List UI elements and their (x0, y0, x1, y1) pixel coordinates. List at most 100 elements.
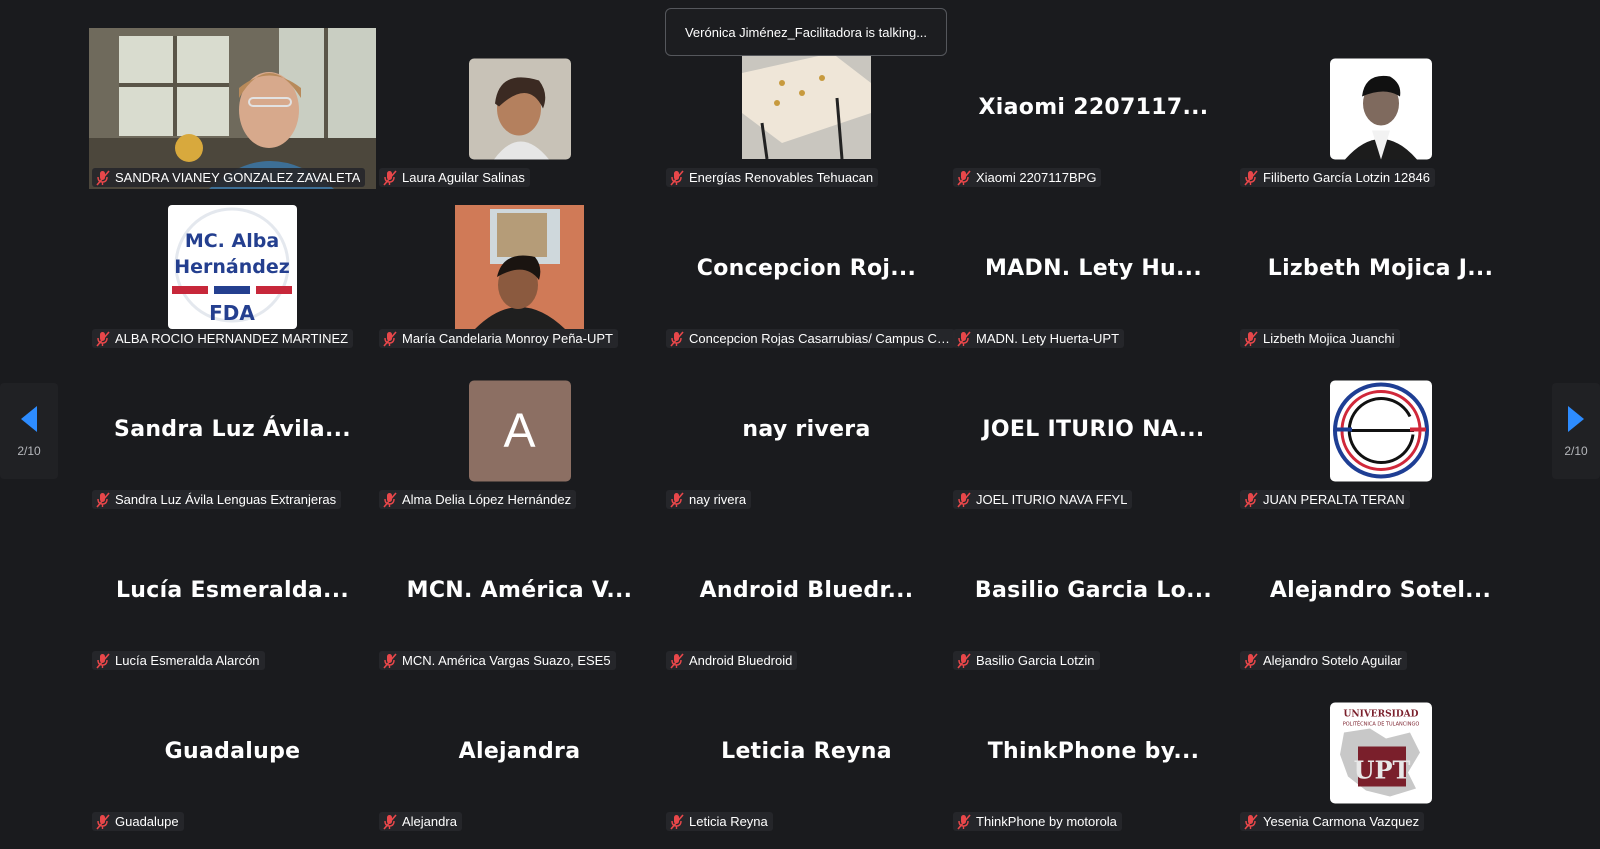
participant-display-name: Guadalupe (164, 739, 301, 764)
avatar-initial: A (503, 404, 536, 457)
participant-tile[interactable]: MADN. Lety Hu... MADN. Lety Huerta-UPT (950, 189, 1237, 350)
muted-mic-icon (1244, 652, 1258, 669)
participant-name-bar: Lizbeth Mojica Juanchi (1240, 329, 1400, 348)
logo-line-1: UNIVERSIDAD (1343, 709, 1418, 719)
participant-name-bar: ALBA ROCIO HERNANDEZ MARTINEZ (92, 329, 354, 348)
participant-tile[interactable]: Laura Aguilar Salinas (376, 28, 663, 189)
participant-display-name: Xiaomi 2207117... (978, 95, 1209, 120)
participant-display-name: Alejandra (458, 739, 581, 764)
participant-name: nay rivera (689, 492, 747, 507)
participant-logo: UNIVERSIDAD POLITÉCNICA DE TULANCINGO UP… (1329, 702, 1432, 803)
participant-tile[interactable]: Basilio Garcia Lo... Basilio Garcia Lotz… (950, 511, 1237, 672)
participant-name-bar: Alejandro Sotelo Aguilar (1240, 651, 1407, 670)
participant-name: Sandra Luz Ávila Lenguas Extranjeras (115, 492, 337, 507)
participant-name-bar: Leticia Reyna (666, 812, 773, 831)
logo-line-3: UPT (1353, 755, 1410, 784)
participant-tile[interactable]: JUAN PERALTA TERAN (1237, 350, 1524, 511)
participant-name-bar: nay rivera (666, 490, 752, 509)
participant-display-name: Lucía Esmeralda... (115, 578, 350, 603)
muted-mic-icon (383, 491, 397, 508)
participant-display-name: Alejandro Sotel... (1269, 578, 1492, 603)
participant-display-name: Sandra Luz Ávila... (114, 417, 351, 442)
participant-name-bar: ThinkPhone by motorola (953, 812, 1122, 831)
active-speaker-text: Verónica Jiménez_Facilitadora is talking… (684, 24, 928, 40)
participant-display-name: Lizbeth Mojica J... (1267, 256, 1494, 281)
muted-mic-icon (1244, 330, 1258, 347)
participant-display-name: ThinkPhone by... (987, 739, 1200, 764)
logo-line-3: FDA (209, 301, 255, 325)
participant-name: ThinkPhone by motorola (976, 814, 1117, 829)
participant-video (89, 28, 376, 189)
participant-tile[interactable]: Sandra Luz Ávila... Sandra Luz Ávila Len… (89, 350, 376, 511)
participant-name: Filiberto García Lotzin 12846 (1263, 170, 1430, 185)
participant-video (742, 43, 871, 159)
participant-name: Xiaomi 2207117BPG (976, 170, 1097, 185)
video-gallery: SANDRA VIANEY GONZALEZ ZAVALETA Laura Ag… (0, 0, 1600, 849)
participant-tile[interactable]: María Candelaria Monroy Peña-UPT (376, 189, 663, 350)
participant-logo: MC. Alba Hernández FDA (168, 205, 297, 329)
muted-mic-icon (957, 169, 971, 186)
muted-mic-icon (1244, 169, 1258, 186)
participant-tile[interactable]: Alejandro Sotel... Alejandro Sotelo Agui… (1237, 511, 1524, 672)
arrow-right-icon (1568, 406, 1584, 432)
participant-avatar: A (468, 380, 571, 481)
participant-tile[interactable]: Guadalupe Guadalupe (89, 672, 376, 833)
participant-tile[interactable]: ThinkPhone by... ThinkPhone by motorola (950, 672, 1237, 833)
participant-tile[interactable]: Alejandra Alejandra (376, 672, 663, 833)
participant-name-bar: Energías Renovables Tehuacan (666, 168, 879, 187)
participant-tile[interactable]: Xiaomi 2207117... Xiaomi 2207117BPG (950, 28, 1237, 189)
participant-video (455, 205, 584, 329)
muted-mic-icon (957, 330, 971, 347)
participant-display-name: Basilio Garcia Lo... (974, 578, 1213, 603)
participant-tile[interactable]: Android Bluedr... Android Bluedroid (663, 511, 950, 672)
participant-tile[interactable]: Concepcion Roj... Concepcion Rojas Casar… (663, 189, 955, 350)
participant-name: MADN. Lety Huerta-UPT (976, 331, 1120, 346)
participant-name-bar: Yesenia Carmona Vazquez (1240, 812, 1425, 831)
muted-mic-icon (670, 813, 684, 830)
active-speaker-toast: Verónica Jiménez_Facilitadora is talking… (665, 8, 947, 56)
participant-display-name: Concepcion Roj... (696, 256, 917, 281)
participant-tile[interactable]: MCN. América V... MCN. América Vargas Su… (376, 511, 663, 672)
muted-mic-icon (1244, 813, 1258, 830)
participant-name-bar: Laura Aguilar Salinas (379, 168, 530, 187)
muted-mic-icon (383, 813, 397, 830)
participant-tile[interactable]: nay rivera nay rivera (663, 350, 950, 511)
participant-name-bar: JOEL ITURIO NAVA FFYL (953, 490, 1133, 509)
participant-tile[interactable]: Lizbeth Mojica J... Lizbeth Mojica Juanc… (1237, 189, 1524, 350)
logo-line-1: MC. Alba (185, 230, 279, 252)
muted-mic-icon (670, 330, 684, 347)
participant-name-bar: MADN. Lety Huerta-UPT (953, 329, 1125, 348)
participant-name-bar: Android Bluedroid (666, 651, 798, 670)
muted-mic-icon (1244, 491, 1258, 508)
participant-name: Concepcion Rojas Casarrubias/ Campus Co.… (689, 331, 950, 346)
participant-name-bar: Filiberto García Lotzin 12846 (1240, 168, 1435, 187)
participant-tile[interactable]: A Alma Delia López Hernández (376, 350, 663, 511)
participant-name: MCN. América Vargas Suazo, ESE5 (402, 653, 611, 668)
participant-tile[interactable]: Lucía Esmeralda... Lucía Esmeralda Alarc… (89, 511, 376, 672)
participant-tile[interactable]: MC. Alba Hernández FDA ALBA ROCIO HERNAN… (89, 189, 376, 350)
participant-display-name: Leticia Reyna (721, 739, 892, 764)
participant-name: Laura Aguilar Salinas (402, 170, 525, 185)
participant-avatar (1329, 58, 1432, 159)
participant-name-bar: Guadalupe (92, 812, 184, 831)
participant-tile[interactable]: Filiberto García Lotzin 12846 (1237, 28, 1524, 189)
participant-name: Alejandro Sotelo Aguilar (1263, 653, 1402, 668)
muted-mic-icon (670, 652, 684, 669)
participant-tile[interactable]: Leticia Reyna Leticia Reyna (663, 672, 950, 833)
logo-line-2: POLITÉCNICA DE TULANCINGO (1342, 719, 1419, 727)
participant-name: Lucía Esmeralda Alarcón (115, 653, 260, 668)
video-frame-room (89, 28, 376, 189)
participant-name: Android Bluedroid (689, 653, 793, 668)
participant-tile[interactable]: UNIVERSIDAD POLITÉCNICA DE TULANCINGO UP… (1237, 672, 1524, 833)
page-indicator: 2/10 (1564, 444, 1588, 458)
participant-tile[interactable]: SANDRA VIANEY GONZALEZ ZAVALETA (89, 28, 376, 189)
participant-avatar (468, 58, 571, 159)
participant-name-bar: Concepcion Rojas Casarrubias/ Campus Co.… (666, 329, 955, 348)
participant-tile[interactable]: JOEL ITURIO NA... JOEL ITURIO NAVA FFYL (950, 350, 1237, 511)
participant-name-bar: Alma Delia López Hernández (379, 490, 577, 509)
prev-page-button[interactable]: 2/10 (0, 383, 58, 479)
next-page-button[interactable]: 2/10 (1552, 383, 1600, 479)
participant-name: ALBA ROCIO HERNANDEZ MARTINEZ (115, 331, 349, 346)
participant-name: Alma Delia López Hernández (402, 492, 572, 507)
muted-mic-icon (96, 330, 110, 347)
